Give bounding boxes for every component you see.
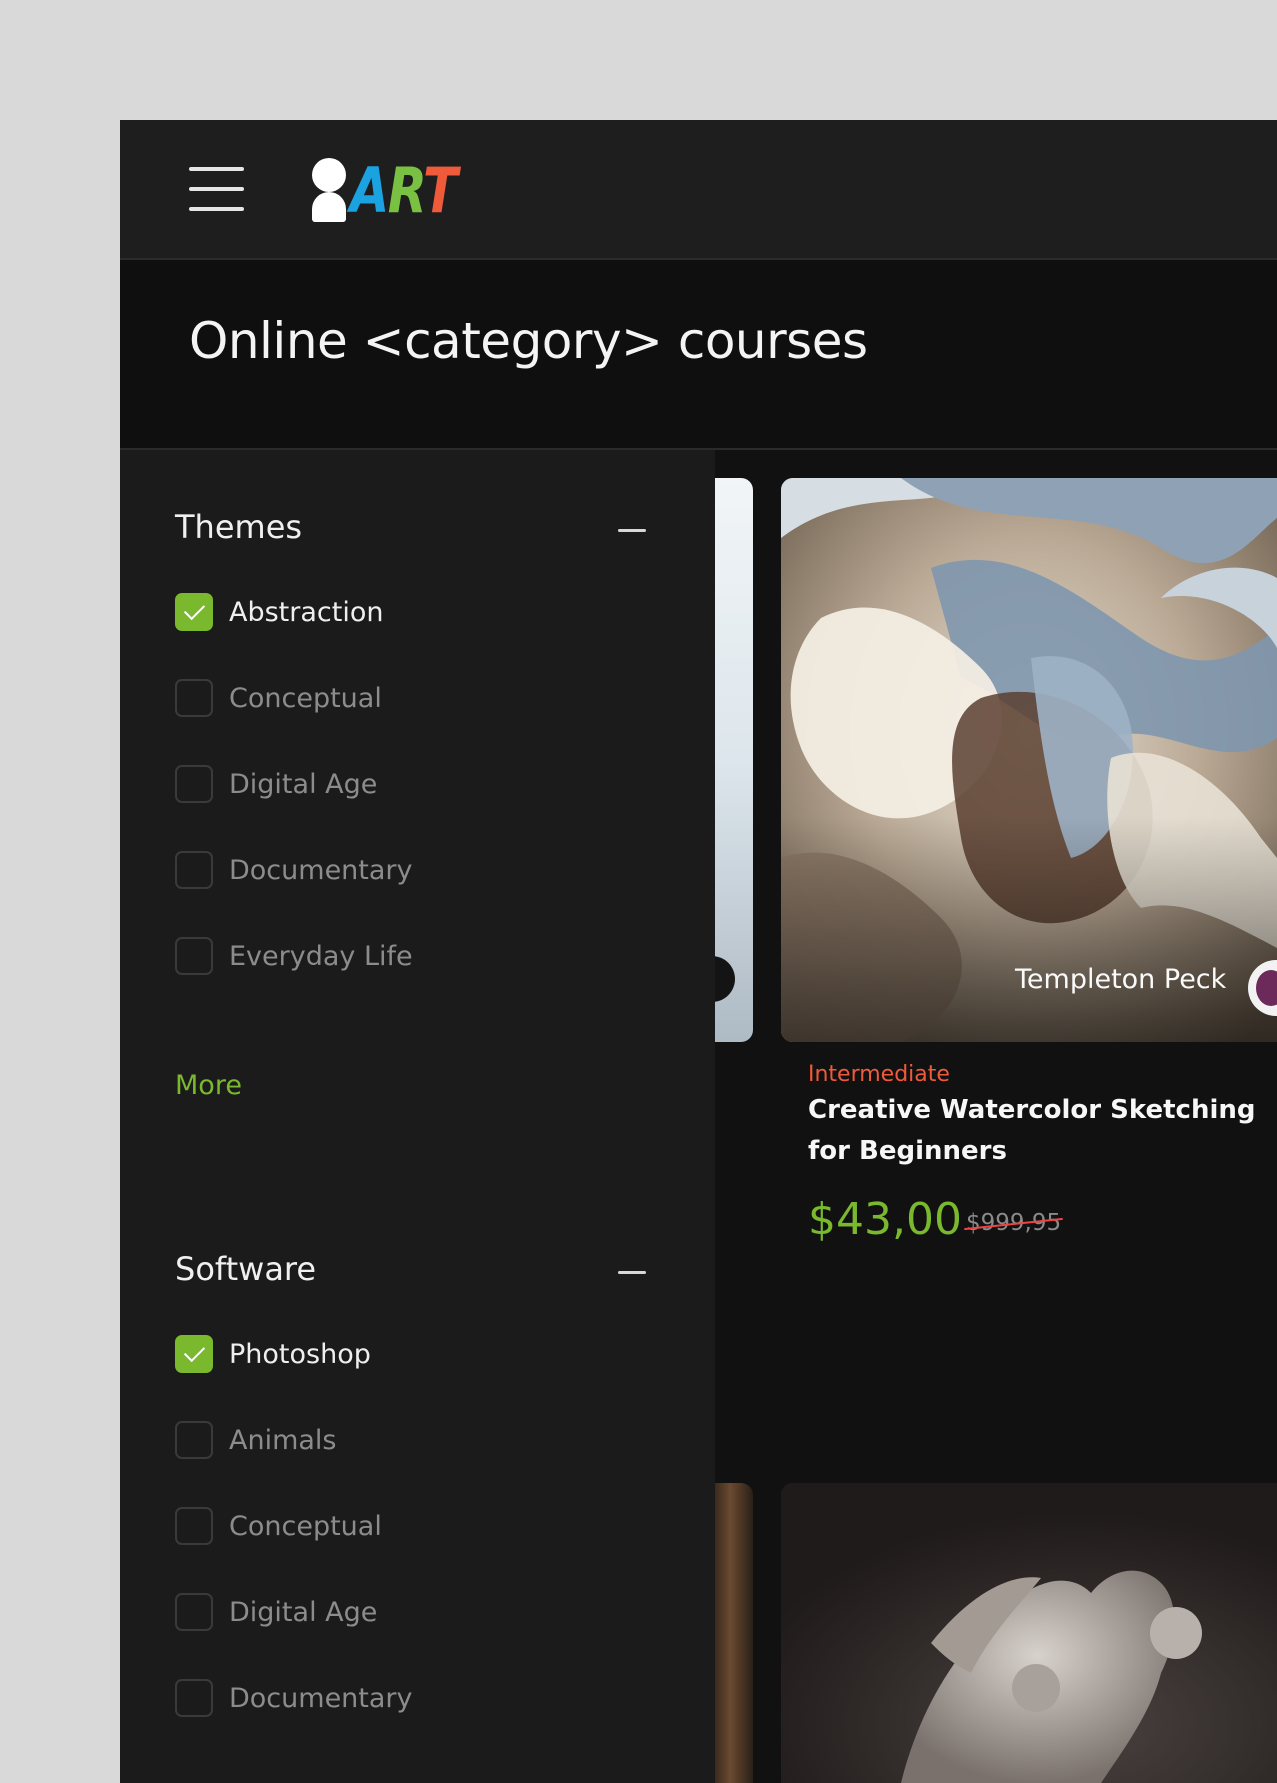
filter-option-documentary-software[interactable]: Documentary (175, 1676, 413, 1720)
abstract-artwork-image (781, 478, 1277, 1042)
logo-text: ART (350, 154, 458, 227)
checkbox[interactable] (175, 765, 213, 803)
checkbox[interactable] (175, 937, 213, 975)
filter-option-label: Conceptual (229, 1510, 382, 1542)
logo-person-icon (312, 158, 346, 192)
filter-group-title-themes: Themes (175, 508, 303, 546)
course-price: $43,00 (808, 1194, 962, 1245)
themes-more-link[interactable]: More (175, 1070, 242, 1101)
filter-option-digital-age-software[interactable]: Digital Age (175, 1590, 377, 1634)
filter-option-animals[interactable]: Animals (175, 1418, 337, 1462)
course-title[interactable]: Creative Watercolor Sketching for Beginn… (808, 1090, 1268, 1172)
filter-option-label: Conceptual (229, 682, 382, 714)
filter-option-label: Documentary (229, 1682, 413, 1714)
filter-option-label: Everyday Life (229, 940, 413, 972)
course-author-name: Templeton Peck (1015, 964, 1227, 995)
filter-option-label: Documentary (229, 854, 413, 886)
course-card-image-partial[interactable] (715, 1483, 753, 1783)
course-level-label: Intermediate (808, 1062, 950, 1087)
collapse-software-minus-icon[interactable] (618, 1258, 648, 1288)
filter-option-photoshop[interactable]: Photoshop (175, 1332, 371, 1376)
logo[interactable]: ART (312, 154, 458, 230)
filter-option-label: Photoshop (229, 1338, 371, 1370)
page-title: Online <category> courses (189, 312, 868, 370)
filter-option-label: Animals (229, 1424, 337, 1456)
filter-option-abstraction[interactable]: Abstraction (175, 590, 383, 634)
filter-sidebar: Themes Abstraction Conceptual Digital Ag… (120, 450, 715, 1783)
checkbox[interactable] (175, 1421, 213, 1459)
checkbox[interactable] (175, 1507, 213, 1545)
top-navbar: ART (120, 120, 1277, 260)
filter-option-label: Digital Age (229, 768, 378, 800)
checkbox[interactable] (175, 851, 213, 889)
checkbox[interactable] (175, 679, 213, 717)
course-old-price: $999,95 (966, 1210, 1062, 1236)
checkbox[interactable] (175, 1593, 213, 1631)
filter-option-everyday-life[interactable]: Everyday Life (175, 934, 413, 978)
filter-option-label: Digital Age (229, 1596, 378, 1628)
page-header: Online <category> courses (120, 260, 1277, 450)
filter-option-label: Abstraction (229, 596, 384, 628)
filter-group-title-software: Software (175, 1250, 317, 1288)
checkbox-checked[interactable] (175, 593, 213, 631)
filter-option-conceptual-software[interactable]: Conceptual (175, 1504, 382, 1548)
checkbox-checked[interactable] (175, 1335, 213, 1373)
filter-option-documentary[interactable]: Documentary (175, 848, 413, 892)
sculpture-artwork-image (781, 1483, 1277, 1783)
collapse-themes-minus-icon[interactable] (618, 516, 648, 546)
course-card-image-partial[interactable] (715, 478, 753, 1042)
filter-option-digital-age[interactable]: Digital Age (175, 762, 377, 806)
app-window: ART Online <category> courses Themes Abs… (120, 120, 1277, 1783)
filter-option-conceptual[interactable]: Conceptual (175, 676, 382, 720)
course-card-image[interactable]: Templeton Peck (781, 478, 1277, 1042)
checkbox[interactable] (175, 1679, 213, 1717)
course-card-image[interactable] (781, 1483, 1277, 1783)
hamburger-icon[interactable] (189, 164, 245, 214)
